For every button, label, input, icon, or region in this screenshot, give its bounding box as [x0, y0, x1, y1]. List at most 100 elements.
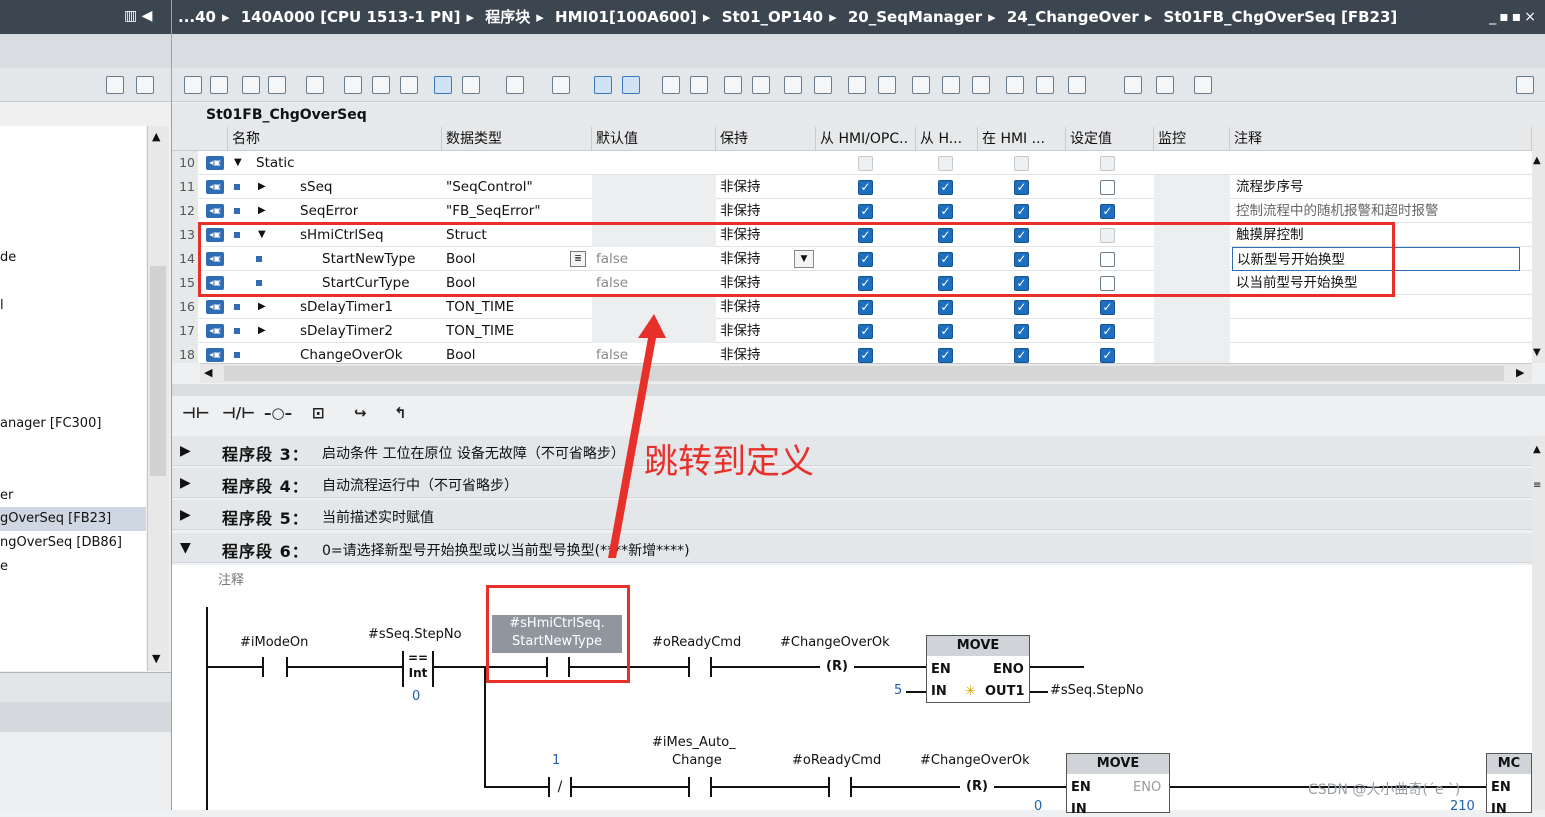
connect-icon[interactable] [1124, 76, 1142, 94]
delete-row-icon[interactable] [210, 76, 228, 94]
checkbox[interactable]: ✓ [1100, 204, 1115, 219]
tree-item[interactable]: e [0, 555, 146, 579]
var-default[interactable] [592, 199, 716, 223]
table-row[interactable]: 12 ◂▣ ▶ SeqError "FB_SeqError" 非保持 ✓ ✓ ✓ ✓ 控制流程中的随… [172, 199, 1532, 223]
overview-icon[interactable] [106, 76, 124, 94]
nc-contact[interactable]: / [548, 777, 572, 797]
breakpoint-icon[interactable] [1006, 76, 1024, 94]
export-icon[interactable] [136, 76, 154, 94]
var-type[interactable]: Bool [446, 343, 476, 363]
checkbox[interactable]: ✓ [858, 204, 873, 219]
col-header-setpoint[interactable]: 设定值 [1066, 127, 1154, 151]
breadcrumb-item[interactable]: 24_ChangeOver [1007, 8, 1139, 26]
insert-row-icon[interactable] [184, 76, 202, 94]
expand-icon[interactable]: ▶ [258, 295, 266, 319]
contact-mes-auto[interactable] [688, 777, 712, 797]
tree-scrollbar[interactable]: ▲ ▼ [147, 126, 169, 671]
col-header-retain[interactable]: 保持 [716, 127, 816, 151]
network-comment[interactable]: 注释 [218, 569, 244, 588]
open-branch-arrow-icon[interactable]: ↪ [354, 404, 367, 422]
contact-oreadycmd[interactable] [688, 657, 712, 677]
checkbox[interactable]: ✓ [938, 204, 953, 219]
network-4-header[interactable]: ▶ 程序段 4： 自动流程运行中（不可省略步） [172, 468, 1532, 498]
checkbox[interactable] [1100, 156, 1115, 171]
col-header-type[interactable]: 数据类型 [442, 127, 592, 151]
tree-item[interactable]: l [0, 294, 146, 318]
open-branch-icon[interactable] [848, 76, 866, 94]
breadcrumb-item[interactable]: St01FB_ChgOverSeq [FB23] [1164, 8, 1398, 26]
reset-coil[interactable]: (R) [820, 656, 854, 678]
insert-network-icon[interactable] [912, 76, 930, 94]
checkbox[interactable]: ✓ [858, 180, 873, 195]
outdent-icon[interactable] [972, 76, 990, 94]
breadcrumb-item[interactable]: St01_OP140 [722, 8, 823, 26]
reset-coil-2[interactable]: (R) [960, 776, 994, 798]
no-contact-icon[interactable]: ⊣⊢ [182, 404, 209, 422]
var-comment[interactable] [1232, 295, 1520, 319]
col-header-in-hmi[interactable]: 在 HMI ... [978, 127, 1066, 151]
checkbox[interactable]: ✓ [1014, 204, 1029, 219]
step-icon[interactable] [1036, 76, 1054, 94]
breadcrumb-item[interactable]: ...40 [178, 8, 216, 26]
checkbox[interactable]: ✓ [938, 324, 953, 339]
checkbox[interactable]: ✓ [1100, 324, 1115, 339]
checkbox[interactable]: ✓ [1100, 300, 1115, 315]
breadcrumb-item[interactable]: 140A000 [CPU 1513-1 PN] [241, 8, 461, 26]
expand-icon[interactable]: ▶ [180, 507, 191, 523]
col-header-hmi-opc[interactable]: 从 HMI/OPC.. [816, 127, 916, 151]
table-horizontal-scrollbar[interactable]: ◀ ▶ [200, 363, 1532, 383]
tree-item[interactable]: de [0, 246, 146, 270]
col-header-comment[interactable]: 注释 [1230, 127, 1532, 151]
network-6-header[interactable]: ▼ 程序段 6： 0=请选择新型号开始换型或以当前型号换型(****新增****… [172, 533, 1532, 563]
scroll-up-icon[interactable]: ▲ [1533, 444, 1541, 455]
empty-box-icon[interactable]: ⊡ [312, 404, 325, 422]
checkbox[interactable]: ✓ [938, 300, 953, 315]
checkbox[interactable] [1014, 156, 1029, 171]
breadcrumb-item[interactable]: 20_SeqManager [848, 8, 982, 26]
collapse-icon[interactable]: ▼ [180, 540, 191, 556]
expand-icon[interactable]: ▶ [258, 175, 266, 199]
col-header-name[interactable]: 名称 [228, 127, 442, 151]
scroll-left-icon[interactable]: ◀ [204, 366, 212, 379]
online-icon[interactable] [1156, 76, 1174, 94]
var-retain[interactable]: 非保持 [720, 199, 761, 223]
var-comment[interactable] [1232, 343, 1520, 363]
var-default[interactable] [592, 175, 716, 199]
close-branch-arrow-icon[interactable]: ↰ [394, 404, 407, 422]
contact-oreadycmd-2[interactable] [828, 777, 852, 797]
var-name[interactable]: ChangeOverOk [300, 343, 403, 363]
checkbox[interactable]: ✓ [1014, 180, 1029, 195]
absolute-address-icon[interactable] [462, 76, 480, 94]
checkbox[interactable]: ✓ [858, 348, 873, 363]
scroll-down-icon[interactable]: ▼ [152, 652, 160, 665]
var-comment[interactable] [1232, 151, 1520, 175]
move-down-icon[interactable] [268, 76, 286, 94]
scroll-up-icon[interactable]: ▲ [152, 130, 160, 143]
expand-icon[interactable]: ▶ [258, 319, 266, 343]
network-open-icon[interactable] [344, 76, 362, 94]
table-row[interactable]: 11 ◂▣ ▶ sSeq "SeqControl" 非保持 ✓ ✓ ✓ 流程步序号 [172, 175, 1532, 199]
comment-icon[interactable] [434, 76, 452, 94]
contact-imodeon[interactable] [262, 657, 288, 677]
scroll-thumb[interactable] [150, 266, 166, 476]
tree-item[interactable]: anager [FC300] [0, 412, 146, 436]
col-header-monitor[interactable]: 监控 [1154, 127, 1230, 151]
var-name[interactable]: Static [256, 151, 295, 175]
move-box-2[interactable]: MOVE EN ENO IN [1066, 753, 1170, 817]
checkbox[interactable]: ✓ [938, 348, 953, 363]
goto-error-next-icon[interactable] [690, 76, 708, 94]
table-row[interactable]: 17 ◂▣ ▶ sDelayTimer2 TON_TIME 非保持 ✓ ✓ ✓ ✓ [172, 319, 1532, 343]
tree-item[interactable]: ngOverSeq [DB86] [0, 531, 146, 555]
var-default[interactable] [592, 151, 716, 175]
checkbox[interactable]: ✓ [858, 324, 873, 339]
tag-info-icon[interactable] [506, 76, 524, 94]
tree-item[interactable]: er [0, 484, 146, 508]
step-out-icon[interactable] [1068, 76, 1086, 94]
splitter[interactable] [172, 384, 1545, 396]
checkbox[interactable] [858, 156, 873, 171]
scroll-right-icon[interactable]: ▶ [1516, 366, 1524, 379]
expand-icon[interactable]: ▶ [180, 475, 191, 491]
table-row[interactable]: 16 ◂▣ ▶ sDelayTimer1 TON_TIME 非保持 ✓ ✓ ✓ ✓ [172, 295, 1532, 319]
network-view-icon[interactable] [400, 76, 418, 94]
nc-contact-icon[interactable]: ⊣/⊢ [222, 404, 255, 422]
